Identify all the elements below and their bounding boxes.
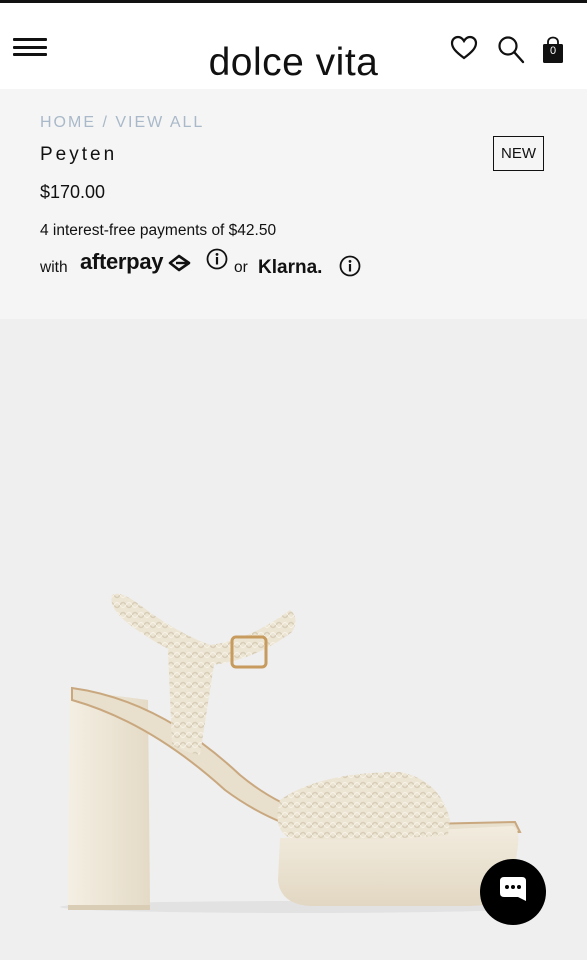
chat-button[interactable] xyxy=(480,859,546,925)
breadcrumb: HOME / VIEW ALL xyxy=(40,114,204,132)
klarna-info-icon[interactable] xyxy=(339,255,361,277)
or-text: or xyxy=(234,259,248,276)
site-header: dolce vita 0 xyxy=(0,3,587,89)
breadcrumb-view-all-link[interactable]: VIEW ALL xyxy=(115,114,204,131)
shopping-bag-icon[interactable]: 0 xyxy=(542,36,564,64)
breadcrumb-separator: / xyxy=(102,114,109,131)
klarna-logo[interactable]: Klarna. xyxy=(258,257,322,279)
product-title: Peyten xyxy=(40,144,118,165)
installments-text: 4 interest-free payments of $42.50 xyxy=(40,222,277,239)
afterpay-logo[interactable]: afterpay xyxy=(80,249,193,279)
search-icon[interactable] xyxy=(497,35,525,65)
bag-count: 0 xyxy=(549,45,557,57)
afterpay-info-icon[interactable] xyxy=(206,248,228,270)
breadcrumb-home-link[interactable]: HOME xyxy=(40,114,96,131)
heart-icon[interactable] xyxy=(450,35,478,61)
product-price: $170.00 xyxy=(40,182,106,202)
with-text: with xyxy=(40,259,68,276)
new-badge: NEW xyxy=(493,136,544,171)
afterpay-arrows-icon xyxy=(168,254,190,272)
afterpay-label: afterpay xyxy=(80,249,164,274)
chat-bubble-icon xyxy=(500,877,526,901)
